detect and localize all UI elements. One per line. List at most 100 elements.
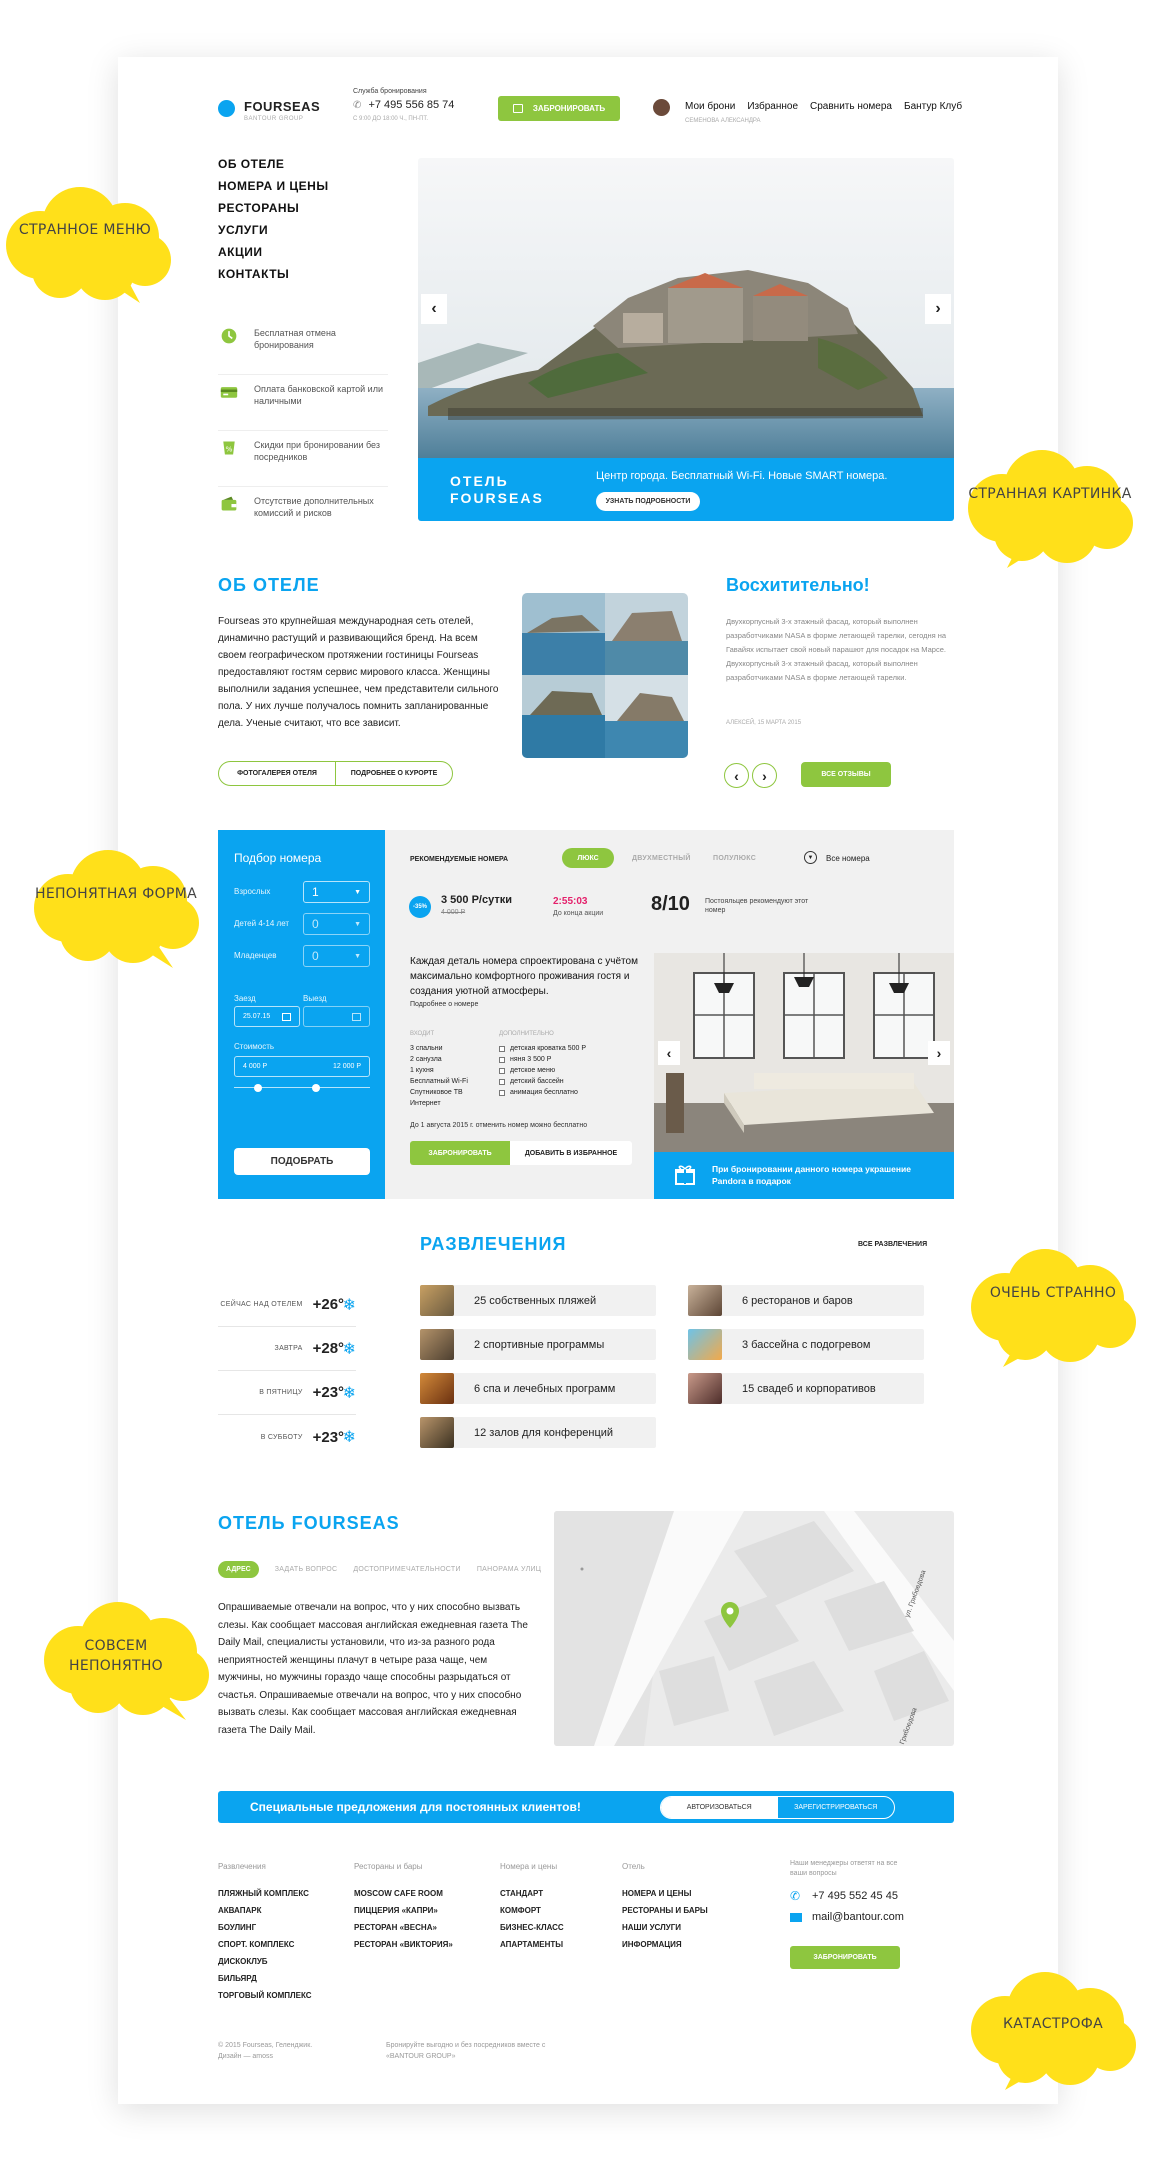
- footer-link[interactable]: НАШИ УСЛУГИ: [622, 1919, 708, 1936]
- chevron-down-icon[interactable]: ▼: [804, 851, 817, 864]
- chevron-right-icon[interactable]: ›: [925, 294, 951, 324]
- kids-select[interactable]: 0 ▼: [303, 913, 370, 935]
- footer-col-heading: Развлечения: [218, 1862, 266, 1871]
- avatar[interactable]: [653, 99, 670, 116]
- extra-option[interactable]: няня 3 500 Р: [499, 1054, 586, 1065]
- list-item[interactable]: 2 спортивные программы: [420, 1329, 656, 1360]
- design-credit[interactable]: Дизайн — amoss: [218, 2051, 312, 2062]
- tab-double[interactable]: ДВУХМЕСТНЫЙ: [632, 855, 691, 862]
- footer-link[interactable]: БОУЛИНГ: [218, 1919, 312, 1936]
- hero-details-button[interactable]: УЗНАТЬ ПОДРОБНОСТИ: [596, 492, 700, 511]
- footer-link[interactable]: БИЗНЕС-КЛАСС: [500, 1919, 564, 1936]
- tab-question[interactable]: ЗАДАТЬ ВОПРОС: [275, 1566, 338, 1573]
- tab-lux[interactable]: ЛЮКС: [562, 848, 614, 868]
- footer-link[interactable]: ТОРГОВЫЙ КОМПЛЕКС: [218, 1987, 312, 2004]
- infants-select[interactable]: 0 ▼: [303, 945, 370, 967]
- brand-name[interactable]: FOURSEAS: [244, 99, 320, 114]
- tab-address[interactable]: АДРЕС: [218, 1561, 259, 1578]
- room-more-link[interactable]: Подробнее о номере: [410, 1001, 478, 1008]
- chevron-left-icon[interactable]: ‹: [658, 1041, 680, 1065]
- hero-title-line1: ОТЕЛЬ: [450, 473, 509, 489]
- weather-day: В ПЯТНИЦУ: [259, 1389, 303, 1396]
- tab-sights[interactable]: ДОСТОПРИМЕЧАТЕЛЬНОСТИ: [353, 1566, 461, 1573]
- list-item[interactable]: 25 собственных пляжей: [420, 1285, 656, 1316]
- extra-option[interactable]: детская кроватка 500 Р: [499, 1043, 586, 1054]
- header-phone[interactable]: ✆ +7 495 556 85 74: [353, 99, 454, 111]
- tab-panorama[interactable]: ПАНОРАМА УЛИЦ: [477, 1566, 541, 1573]
- footer-link[interactable]: БИЛЬЯРД: [218, 1970, 312, 1987]
- list-item[interactable]: 12 залов для конференций: [420, 1417, 656, 1448]
- footer-link[interactable]: КОМФОРТ: [500, 1902, 564, 1919]
- footer-link[interactable]: АПАРТАМЕНТЫ: [500, 1936, 564, 1953]
- footer-link[interactable]: ПИЦЦЕРИЯ «КАПРИ»: [354, 1902, 453, 1919]
- footer-link[interactable]: АКВАПАРК: [218, 1902, 312, 1919]
- nav-club[interactable]: Бантур Клуб: [904, 101, 962, 112]
- map[interactable]: ул. Грибоедова Грибоедова: [554, 1511, 954, 1746]
- resort-button[interactable]: ПОДРОБНЕЕ О КУРОРТЕ: [336, 762, 452, 785]
- all-fun-link[interactable]: ВСЕ РАЗВЛЕЧЕНИЯ: [858, 1241, 927, 1248]
- chevron-left-icon[interactable]: ‹: [421, 294, 447, 324]
- footer-link[interactable]: MOSCOW CAFE ROOM: [354, 1885, 453, 1902]
- extra-option[interactable]: детское меню: [499, 1065, 586, 1076]
- menu-item-offers[interactable]: АКЦИИ: [218, 241, 329, 263]
- menu-item-restaurants[interactable]: РЕСТОРАНЫ: [218, 197, 329, 219]
- menu-item-services[interactable]: УСЛУГИ: [218, 219, 329, 241]
- footer-link[interactable]: СПОРТ. КОМПЛЕКС: [218, 1936, 312, 1953]
- gallery-button[interactable]: ФОТОГАЛЕРЕЯ ОТЕЛЯ: [219, 762, 336, 785]
- list-item[interactable]: 15 свадеб и корпоративов: [688, 1373, 924, 1404]
- map-image: [554, 1511, 954, 1746]
- adults-select[interactable]: 1 ▼: [303, 881, 370, 903]
- logo-icon: [218, 100, 235, 117]
- checkin-field[interactable]: 25.07.15: [234, 1006, 300, 1027]
- cloud-label: СТРАННАЯ КАРТИНКА: [968, 486, 1132, 502]
- header-book-button[interactable]: ЗАБРОНИРОВАТЬ: [498, 96, 620, 121]
- price-slider-handle[interactable]: [311, 1084, 320, 1092]
- footer-link[interactable]: РЕСТОРАН «ВИКТОРИЯ»: [354, 1936, 453, 1953]
- nav-compare[interactable]: Сравнить номера: [810, 101, 892, 112]
- about-collage[interactable]: [522, 593, 688, 758]
- footer-link[interactable]: СТАНДАРТ: [500, 1885, 564, 1902]
- footer-email[interactable]: mail@bantour.com: [790, 1911, 904, 1923]
- footer-link[interactable]: РЕСТОРАН «ВЕСНА»: [354, 1919, 453, 1936]
- footer-link[interactable]: ДИСКОКЛУБ: [218, 1953, 312, 1970]
- extra-option[interactable]: анимация бесплатно: [499, 1087, 586, 1098]
- register-button[interactable]: ЗАРЕГИСТРИРОВАТЬСЯ: [778, 1797, 895, 1818]
- footer-link[interactable]: НОМЕРА И ЦЕНЫ: [622, 1885, 708, 1902]
- menu-item-contacts[interactable]: КОНТАКТЫ: [218, 263, 329, 285]
- review-prev-button[interactable]: ‹: [724, 763, 749, 788]
- login-button[interactable]: АВТОРИЗОВАТЬСЯ: [661, 1797, 778, 1818]
- review-next-button[interactable]: ›: [752, 763, 777, 788]
- footer-book-button[interactable]: ЗАБРОНИРОВАТЬ: [790, 1946, 900, 1969]
- nav-my-bookings[interactable]: Мои брони: [685, 101, 735, 112]
- price-range-field[interactable]: 4 000 Р 12 000 Р: [234, 1056, 370, 1077]
- footer-link[interactable]: ПЛЯЖНЫЙ КОМПЛЕКС: [218, 1885, 312, 1902]
- nav-favorites[interactable]: Избранное: [747, 101, 798, 112]
- footer-phone[interactable]: ✆ +7 495 552 45 45: [790, 1889, 898, 1903]
- footer-link[interactable]: ИНФОРМАЦИЯ: [622, 1936, 708, 1953]
- all-reviews-button[interactable]: ВСЕ ОТЗЫВЫ: [801, 762, 891, 787]
- checkbox[interactable]: [499, 1045, 505, 1052]
- room-book-button[interactable]: ЗАБРОНИРОВАТЬ: [410, 1141, 510, 1165]
- list-item[interactable]: 3 бассейна с подогревом: [688, 1329, 924, 1360]
- chevron-right-icon[interactable]: ›: [928, 1041, 950, 1065]
- conference-icon: [420, 1417, 454, 1448]
- included-item: 2 санузла: [410, 1056, 442, 1063]
- checkbox[interactable]: [499, 1056, 505, 1063]
- checkout-field[interactable]: [303, 1006, 370, 1027]
- extra-option[interactable]: детский бассейн: [499, 1076, 586, 1087]
- list-item[interactable]: 6 спа и лечебных программ: [420, 1373, 656, 1404]
- footer-link[interactable]: РЕСТОРАНЫ И БАРЫ: [622, 1902, 708, 1919]
- list-item[interactable]: 6 ресторанов и баров: [688, 1285, 924, 1316]
- hero-slider[interactable]: ОТЕЛЬ FOURSEAS Центр города. Бесплатный …: [418, 158, 954, 521]
- checkbox[interactable]: [499, 1067, 505, 1074]
- room-photo[interactable]: ‹ ›: [654, 953, 954, 1152]
- calendar-icon: [512, 104, 523, 113]
- room-favorite-button[interactable]: ДОБАВИТЬ В ИЗБРАННОЕ: [510, 1141, 632, 1165]
- checkbox[interactable]: [499, 1089, 505, 1096]
- tab-semilux[interactable]: ПОЛУЛЮКС: [713, 855, 756, 862]
- menu-item-rooms[interactable]: НОМЕРА И ЦЕНЫ: [218, 175, 329, 197]
- checkbox[interactable]: [499, 1078, 505, 1085]
- search-submit-button[interactable]: ПОДОБРАТЬ: [234, 1148, 370, 1175]
- menu-item-about[interactable]: ОБ ОТЕЛЕ: [218, 153, 329, 175]
- all-rooms-link[interactable]: Все номера: [826, 854, 870, 863]
